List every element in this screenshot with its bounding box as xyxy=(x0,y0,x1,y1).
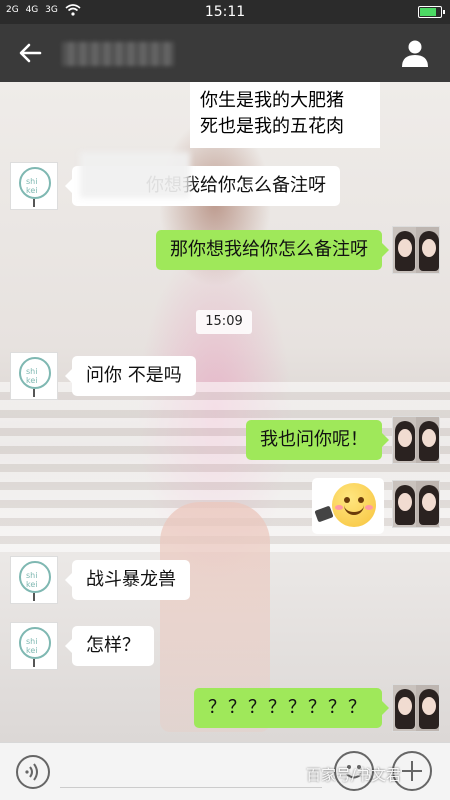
contact-name-redacted xyxy=(62,42,174,66)
my-avatar[interactable] xyxy=(392,416,440,464)
status-bar: 2G 4G 3G 15:11 xyxy=(0,0,450,24)
message-text: 那你想我给你怎么备注呀 xyxy=(170,239,368,260)
message-bubble: 问你 不是吗 xyxy=(65,356,196,396)
my-avatar[interactable] xyxy=(392,684,440,732)
message-text: 怎样？ xyxy=(86,635,140,656)
my-avatar[interactable] xyxy=(392,480,440,528)
message-bubble-top: 你生是我的大肥猪 死也是我的五花肉 xyxy=(190,82,380,148)
message-input[interactable] xyxy=(60,787,322,788)
friend-avatar[interactable]: shi kei xyxy=(10,352,58,400)
message-text-top-1: 你生是我的大肥猪 xyxy=(200,90,344,111)
redaction-smudge xyxy=(80,152,190,198)
message-bubble: 那你想我给你怎么备注呀 xyxy=(156,230,389,270)
friend-avatar[interactable]: shi kei xyxy=(10,622,58,670)
phone-sticker-icon xyxy=(314,505,334,523)
friend-avatar[interactable]: shi kei xyxy=(10,162,58,210)
message-text: 战斗暴龙兽 xyxy=(86,569,176,590)
message-bubble: 我也问你呢！ xyxy=(246,420,389,460)
sticker-bubble[interactable] xyxy=(312,478,384,534)
message-bubble: 战斗暴龙兽 xyxy=(65,560,190,600)
message-text-top-2: 死也是我的五花肉 xyxy=(200,116,344,137)
status-time: 15:11 xyxy=(204,4,246,20)
timestamp: 15:09 xyxy=(196,310,252,334)
friend-avatar[interactable]: shi kei xyxy=(10,556,58,604)
person-icon[interactable] xyxy=(400,38,430,68)
smiley-sticker-icon xyxy=(332,483,376,527)
my-avatar[interactable] xyxy=(392,226,440,274)
voice-icon[interactable] xyxy=(16,755,50,789)
message-text: 我也问你呢！ xyxy=(260,429,368,450)
chat-area[interactable]: 你生是我的大肥猪 死也是我的五花肉 shi kei 你想我给你怎么备注呀 那你想… xyxy=(0,82,450,742)
chat-header xyxy=(0,24,450,82)
battery-icon xyxy=(418,6,445,18)
message-text: 问你 不是吗 xyxy=(86,365,182,386)
message-bubble: ？？？？？？？？ xyxy=(194,688,389,728)
watermark-text: 百家号/书文君 xyxy=(306,766,402,784)
battery-fill xyxy=(420,8,437,16)
message-text: ？？？？？？？？ xyxy=(208,697,368,718)
message-bubble: 怎样？ xyxy=(65,626,154,666)
back-arrow-icon[interactable] xyxy=(16,38,46,68)
